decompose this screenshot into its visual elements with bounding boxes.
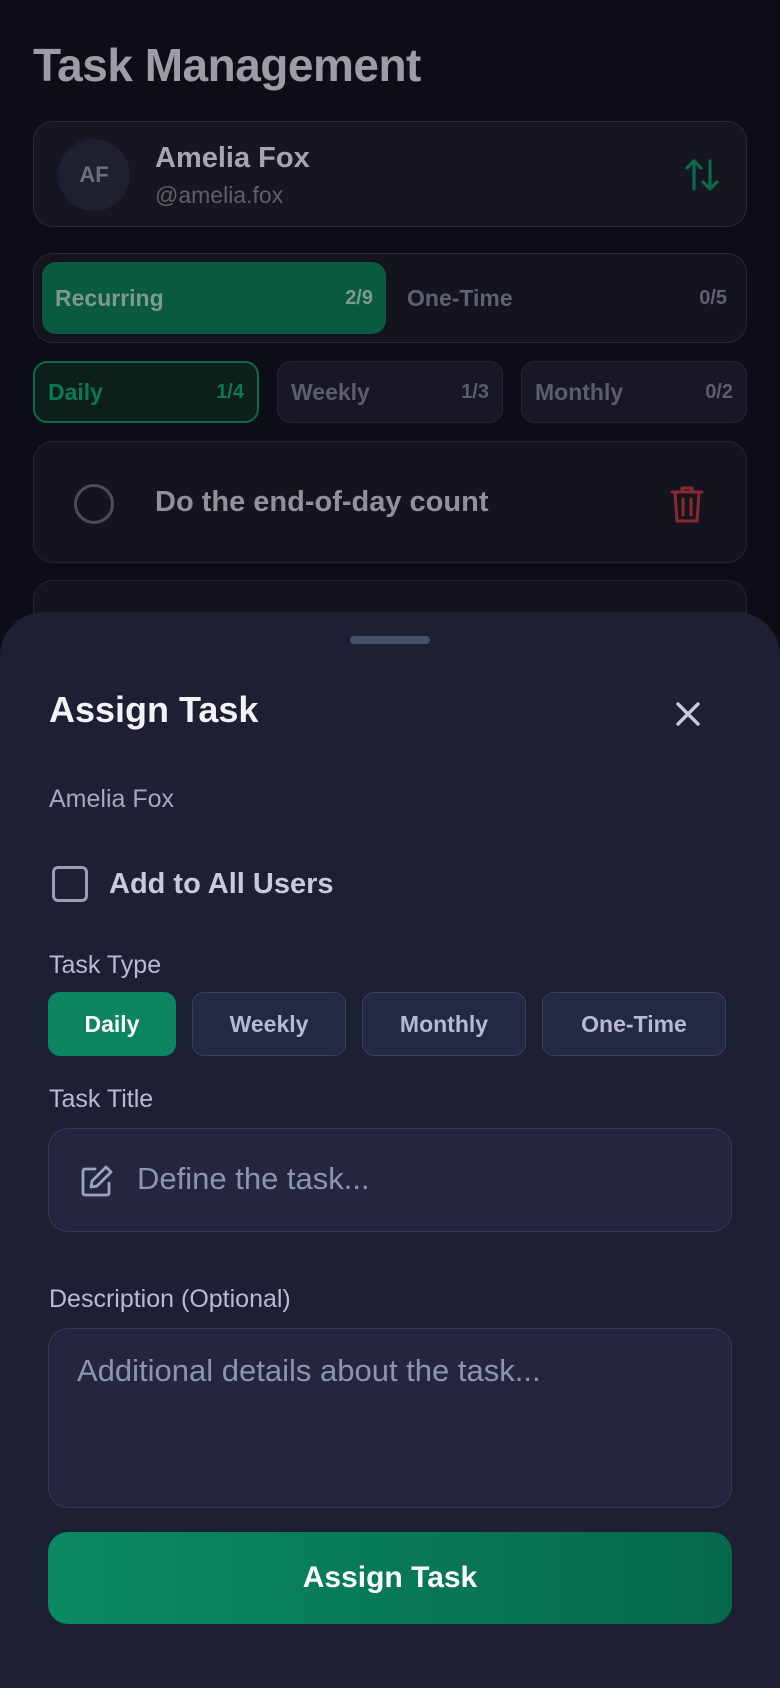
task-type-weekly-button[interactable]: Weekly (192, 992, 346, 1056)
radio-circle-icon[interactable] (74, 484, 114, 524)
description-field[interactable] (48, 1328, 732, 1508)
tab-count: 2/9 (345, 286, 373, 309)
description-label: Description (Optional) (49, 1285, 291, 1313)
page-title: Task Management (33, 39, 421, 91)
task-type-monthly-button[interactable]: Monthly (362, 992, 526, 1056)
user-handle: @amelia.fox (155, 182, 284, 208)
sort-arrows-icon[interactable] (682, 155, 722, 195)
avatar: AF (58, 139, 130, 211)
subtab-weekly[interactable]: Weekly 1/3 (277, 361, 503, 423)
subtab-count: 1/4 (216, 380, 244, 403)
task-type-label: Task Type (49, 951, 162, 979)
tab-recurring[interactable]: Recurring 2/9 (42, 262, 386, 334)
task-card: Do the end-of-day count (33, 441, 747, 563)
task-title-input[interactable] (137, 1129, 697, 1229)
user-name: Amelia Fox (155, 142, 310, 174)
subtab-label: Weekly (291, 378, 370, 405)
tab-label: Recurring (55, 284, 164, 311)
subtab-count: 1/3 (461, 380, 489, 403)
tab-label: One-Time (407, 284, 513, 311)
close-icon[interactable] (668, 694, 708, 734)
trash-icon[interactable] (670, 484, 704, 524)
user-card[interactable]: AF Amelia Fox @amelia.fox (33, 121, 747, 227)
assign-task-sheet: Assign Task Amelia Fox Add to All Users … (0, 612, 780, 1688)
task-type-one-time-button[interactable]: One-Time (542, 992, 726, 1056)
subtab-label: Daily (48, 378, 103, 405)
tab-one-time[interactable]: One-Time 0/5 (394, 262, 740, 334)
checkbox-icon[interactable] (52, 866, 88, 902)
description-input[interactable] (77, 1353, 707, 1493)
sheet-grabber[interactable] (350, 636, 430, 644)
assign-task-button[interactable]: Assign Task (48, 1532, 732, 1624)
subtab-label: Monthly (535, 378, 624, 405)
subtab-monthly[interactable]: Monthly 0/2 (521, 361, 747, 423)
task-title: Do the end-of-day count (155, 486, 489, 518)
task-title-label: Task Title (49, 1085, 154, 1113)
add-to-all-users-toggle[interactable]: Add to All Users (52, 866, 334, 902)
task-type-daily-button[interactable]: Daily (48, 992, 176, 1056)
selected-user-name: Amelia Fox (49, 785, 175, 813)
sheet-title: Assign Task (49, 689, 259, 730)
subtab-count: 0/2 (705, 380, 733, 403)
category-tabs: Recurring 2/9 One-Time 0/5 (33, 253, 747, 343)
subtab-daily[interactable]: Daily 1/4 (33, 361, 259, 423)
add-to-all-users-label: Add to All Users (109, 867, 334, 900)
tab-count: 0/5 (699, 286, 727, 309)
edit-icon (81, 1165, 113, 1197)
task-title-field[interactable] (48, 1128, 732, 1232)
